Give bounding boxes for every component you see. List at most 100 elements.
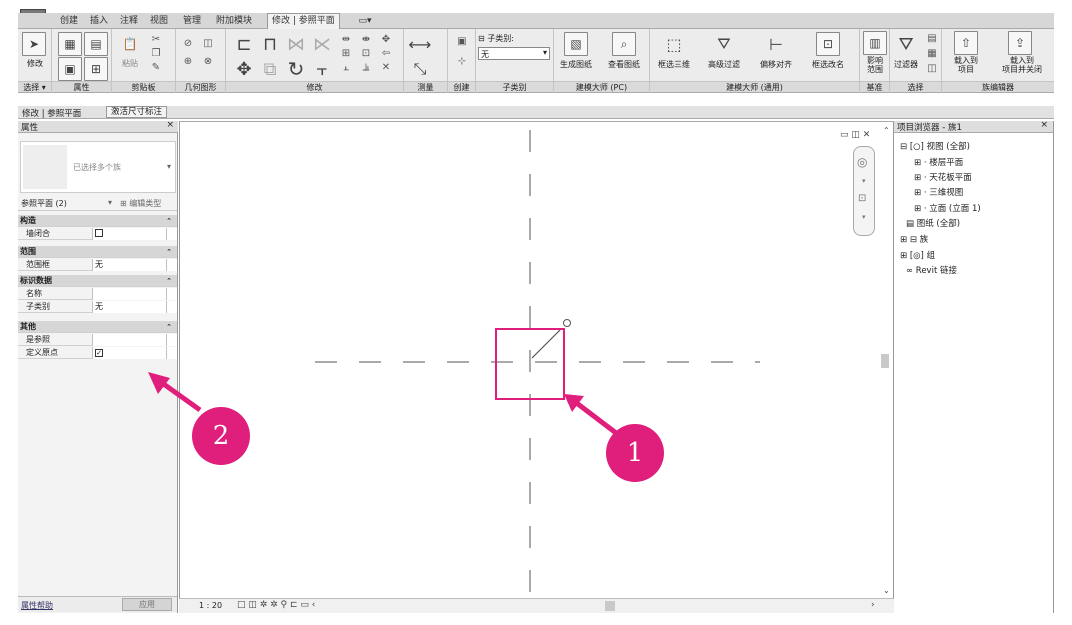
join-icon[interactable]: ⊕ [182,55,194,67]
trim-single-icon[interactable]: ⫡ [360,61,372,73]
measure-between-icon[interactable]: ⟷ [408,32,432,56]
cope-icon[interactable]: ⊘ [182,37,194,49]
group-header-construction[interactable]: 构造 ⌃ [18,215,177,227]
instance-filter-dropdown[interactable]: 参照平面 (2) [21,198,67,209]
close-icon[interactable]: × [166,120,174,130]
subcategory-dropdown[interactable]: 无 ▾ [478,47,550,60]
tree-item-floor-plans[interactable]: ⊞ · 楼层平面 [914,156,963,168]
affect-range-icon[interactable]: ▥ [863,31,887,55]
create-group-icon[interactable]: ▣ [456,35,468,47]
view-scale[interactable]: 1 : 20 [199,601,222,610]
advanced-filter-label[interactable]: 高级过滤 [704,59,744,70]
scroll-up-icon[interactable]: ⌃ [883,126,890,135]
mirror-axis-icon[interactable]: ⋈ [284,32,308,56]
paste-icon[interactable]: 📋 [118,32,142,56]
tree-item-views[interactable]: ⊟ [○] 视图 (全部) [900,140,970,152]
align-icon[interactable]: ⊏ [232,32,256,56]
move-icon[interactable]: ✥ [232,57,256,81]
tab-modify-reference-plane[interactable]: 修改 | 参照平面 [267,13,340,29]
panel-select-label[interactable]: 选择 ▾ [18,81,51,92]
unpin-icon[interactable]: ✥ [380,33,392,45]
cut-icon[interactable]: ✂ [150,33,162,45]
tab-addins[interactable]: 附加模块 [216,14,252,28]
group-header-other[interactable]: 其他 ⌃ [18,321,177,333]
tree-item-ceiling-plans[interactable]: ⊞ · 天花板平面 [914,171,972,183]
filter-label[interactable]: 过滤器 [890,59,922,70]
activate-dimensions-button[interactable]: 激活尺寸标注 [106,106,168,118]
tab-insert[interactable]: 插入 [90,14,108,28]
defines-origin-checkbox[interactable]: ✓ [92,347,166,359]
tree-item-groups[interactable]: ⊞ [◎] 组 [900,249,935,261]
scroll-right-icon[interactable]: › [871,600,875,610]
tab-extra-dropdown[interactable]: ▭▾ [354,14,376,28]
tab-create[interactable]: 创建 [60,14,78,28]
box-rename-icon[interactable]: ⊡ [816,32,840,56]
filter-icon[interactable]: ⛛ [894,32,918,56]
view-window-controls[interactable]: ▭ ◫ ✕ [840,130,870,140]
subcategory-value-cell[interactable]: 无 [92,301,166,313]
chevron-down-icon[interactable]: ▾ [862,177,866,185]
box-3d-label[interactable]: 框选三维 [654,59,694,70]
chevron-down-icon[interactable]: ▾ [862,213,866,221]
tree-item-elevations[interactable]: ⊞ · 立面 (立面 1) [914,202,981,214]
trim-extend-icon[interactable]: ⫟ [310,57,334,81]
advanced-filter-icon[interactable]: ⛛ [712,32,736,56]
group-header-identity-data[interactable]: 标识数据 ⌃ [18,275,177,287]
box-rename-label[interactable]: 框选改名 [808,59,848,70]
properties-palette-icon[interactable]: ▣ [58,57,82,81]
view-control-icons[interactable]: □ ◫ ✲ ✲ ⚲ ⊏ ▭ ‹ [237,600,315,610]
zoom-icon[interactable]: ⊡ [858,193,866,204]
rotate-icon[interactable]: ↻ [284,57,308,81]
copy-icon[interactable]: ❐ [150,47,162,59]
generate-drawing-label[interactable]: 生成图纸 [556,59,596,70]
split-gap-icon[interactable]: ⇼ [360,33,372,45]
tree-item-revit-links[interactable]: ∞ Revit 链接 [906,264,957,276]
steering-wheel-icon[interactable]: ◎ [857,155,867,169]
load-selection-icon[interactable]: ◫ [926,62,938,74]
copy-element-icon[interactable]: ⧉ [258,57,282,81]
close-icon[interactable]: × [1040,120,1048,130]
cut-geometry-icon[interactable]: ◫ [202,37,214,49]
affect-range-label[interactable]: 影响 范围 [861,56,889,74]
family-types-icon[interactable]: ▦ [58,32,82,56]
horizontal-scroll-thumb[interactable] [605,601,615,611]
array-icon[interactable]: ⊞ [340,47,352,59]
offset-align-label[interactable]: 偏移对齐 [756,59,796,70]
load-and-close-icon[interactable]: ⇪ [1008,31,1032,55]
view-drawing-label[interactable]: 查看图纸 [602,59,646,70]
family-category-icon[interactable]: ⊞ [84,57,108,81]
edit-type-button[interactable]: ⊞ 编辑类型 [120,198,161,209]
tab-annotate[interactable]: 注释 [120,14,138,28]
modify-cursor-icon[interactable]: ➤ [22,32,46,56]
tree-item-3d-views[interactable]: ⊞ · 三维视图 [914,186,963,198]
aligned-dimension-icon[interactable]: ⤡ [408,57,432,81]
drawing-canvas[interactable]: ▭ ◫ ✕ ⌃ ◎ ▾ ⊡ ▾ ⌄ [179,121,894,613]
wall-closure-checkbox[interactable] [92,228,166,240]
trim-multiple-icon[interactable]: ⫠ [340,61,352,73]
create-similar-icon[interactable]: ⊹ [456,55,468,67]
box-3d-icon[interactable]: ⬚ [662,32,686,56]
view-drawing-icon[interactable]: ⌕ [612,32,636,56]
pin-icon[interactable]: ⇦ [380,47,392,59]
split-icon[interactable]: ⇹ [340,33,352,45]
select-all-icon[interactable]: ▤ [926,32,938,44]
load-into-project-label[interactable]: 载入到 项目 [944,56,988,74]
apply-button[interactable]: 应用 [122,598,172,611]
load-and-close-label[interactable]: 载入到 项目并关闭 [992,56,1052,74]
tree-item-families[interactable]: ⊞ ⊟ 族 [900,233,928,245]
vertical-scroll-thumb[interactable] [881,354,889,368]
type-selector[interactable]: 已选择多个族 ▾ [20,141,176,193]
properties-help-link[interactable]: 属性帮助 [21,600,53,611]
is-reference-value[interactable] [92,334,166,346]
generate-drawing-icon[interactable]: ▧ [564,32,588,56]
scope-box-value[interactable]: 无 [92,259,166,271]
scale-icon[interactable]: ⊡ [360,47,372,59]
load-into-project-icon[interactable]: ⇧ [954,31,978,55]
offset-align-icon[interactable]: ⊢ [764,32,788,56]
type-properties-icon[interactable]: ▤ [84,32,108,56]
match-properties-icon[interactable]: ✎ [150,61,162,73]
delete-icon[interactable]: ✕ [380,61,392,73]
offset-icon[interactable]: ⊓ [258,32,282,56]
name-value[interactable] [92,288,166,300]
mirror-draw-icon[interactable]: ⋉ [310,32,334,56]
